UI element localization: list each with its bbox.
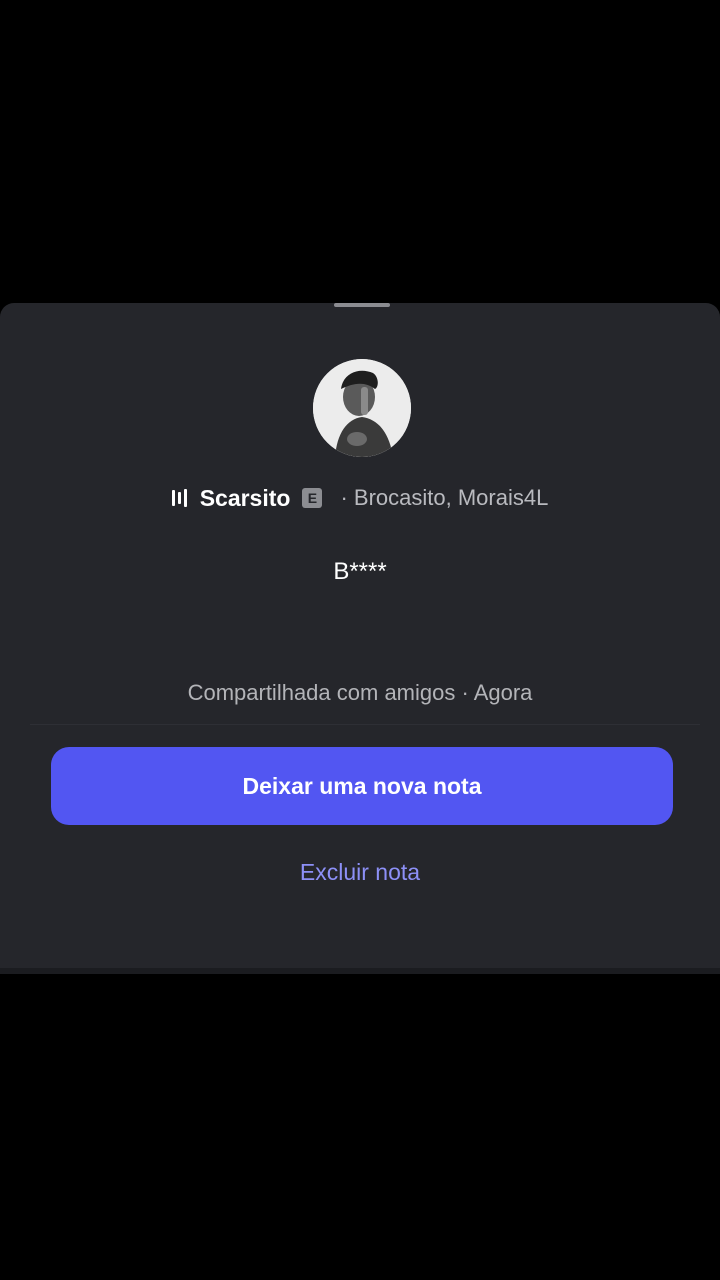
drag-handle[interactable] <box>334 303 390 307</box>
sheet-bottom-edge <box>0 968 720 974</box>
song-title: Scarsito <box>199 484 291 511</box>
note-bottom-sheet: Scarsito E · Brocasito, Morais4L B**** C… <box>0 303 720 970</box>
audio-bars-icon <box>171 488 187 508</box>
music-row[interactable]: Scarsito E · Brocasito, Morais4L <box>0 481 720 515</box>
screen: Scarsito E · Brocasito, Morais4L B**** C… <box>0 0 720 1280</box>
avatar-photo <box>313 359 411 457</box>
avatar <box>313 359 411 457</box>
leave-new-note-button[interactable]: Deixar uma nova nota <box>51 747 673 825</box>
note-shared-info: Compartilhada com amigos · Agora <box>187 680 533 705</box>
delete-note-button[interactable]: Excluir nota <box>0 859 720 886</box>
explicit-icon: E <box>302 488 323 508</box>
divider <box>30 724 700 725</box>
song-artists: · Brocasito, Morais4L <box>340 485 549 510</box>
note-text: B**** <box>333 558 387 585</box>
